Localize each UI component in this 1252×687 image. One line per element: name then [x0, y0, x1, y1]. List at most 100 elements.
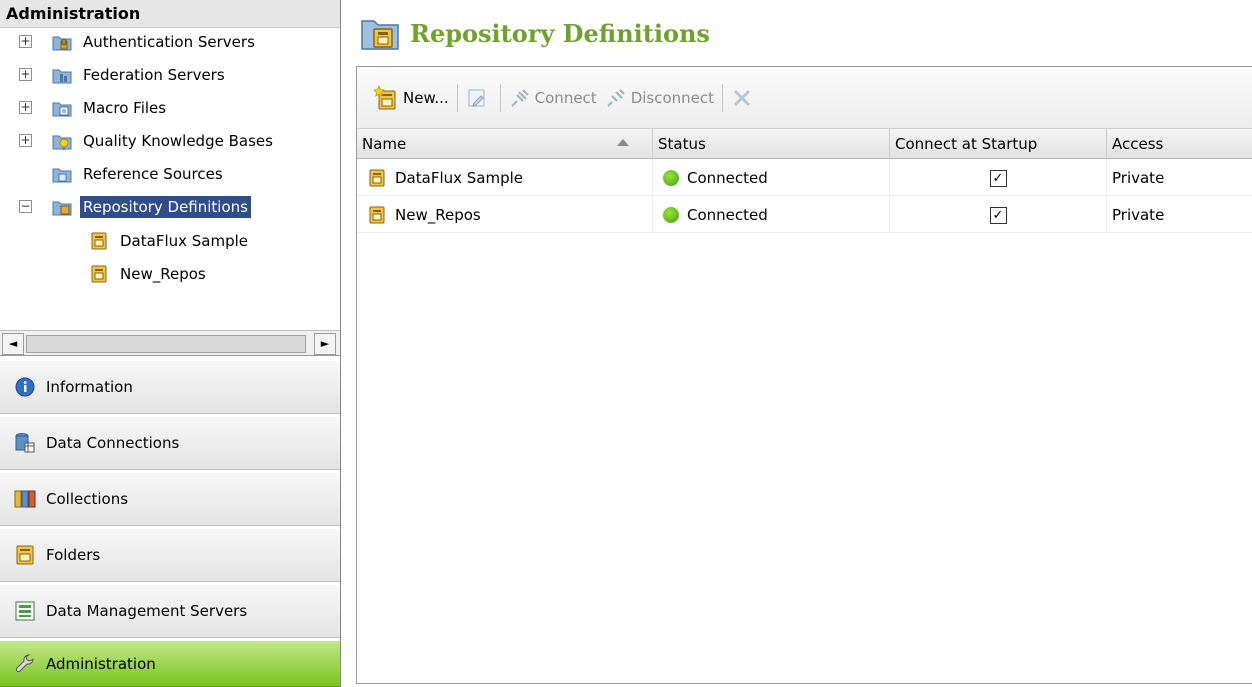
collapse-toggle[interactable]: − — [19, 200, 32, 213]
edit-button[interactable] — [462, 81, 496, 115]
sort-ascending-icon — [617, 139, 629, 146]
scroll-thumb[interactable] — [26, 335, 306, 353]
nav-label: Administration — [46, 654, 156, 673]
column-header-name[interactable]: Name — [357, 129, 653, 159]
tree-horizontal-scrollbar[interactable]: ◄ ► — [0, 330, 340, 356]
tree-item-new-repos[interactable]: New_Repos — [0, 260, 209, 288]
table-row[interactable]: New_Repos Connected ✓ Private — [357, 197, 1252, 233]
tree-item-macro-files[interactable]: + Macro Files — [0, 94, 169, 122]
tree-item-federation-servers[interactable]: + Federation Servers — [0, 61, 228, 89]
scroll-right-button[interactable]: ► — [314, 333, 336, 355]
title-bar: Repository Definitions — [350, 0, 1252, 66]
reference-sources-icon — [52, 168, 72, 183]
repository-icon — [369, 206, 385, 224]
connect-button[interactable]: Connect — [505, 81, 601, 115]
tree-item-dataflux-sample[interactable]: DataFlux Sample — [0, 227, 251, 255]
new-button-label: New... — [403, 88, 449, 107]
cell-status: Connected — [653, 197, 890, 233]
tree-header: Administration — [0, 0, 340, 28]
tree-item-label: Authentication Servers — [83, 33, 255, 51]
main-content: Repository Definitions New... Connect Di… — [350, 0, 1252, 687]
toolbar: New... Connect Disconnect — [357, 67, 1252, 129]
nav-label: Collections — [46, 490, 129, 508]
connect-icon — [510, 88, 529, 107]
nav-information[interactable]: Information — [0, 360, 340, 414]
tree-item-authentication-servers[interactable]: + Authentication Servers — [0, 28, 258, 56]
toolbar-separator — [456, 83, 458, 112]
status-connected-icon — [663, 170, 679, 186]
cell-status: Connected — [653, 160, 890, 196]
disconnect-icon — [606, 88, 625, 107]
cell-name: DataFlux Sample — [357, 160, 653, 196]
tree-item-label: DataFlux Sample — [120, 232, 249, 250]
tree-item-repository-definitions[interactable]: − Repository Definitions — [0, 193, 251, 221]
nav-label: Information — [46, 378, 133, 396]
expand-toggle[interactable]: + — [19, 35, 32, 48]
nav-label: Data Management Servers — [46, 602, 248, 620]
nav-label: Data Connections — [46, 434, 180, 452]
column-header-access[interactable]: Access — [1107, 129, 1252, 159]
nav-folders[interactable]: Folders — [0, 528, 340, 582]
cell-access: Private — [1107, 160, 1252, 196]
collections-icon — [14, 490, 36, 508]
column-header-label: Name — [362, 135, 407, 153]
wrench-icon — [15, 653, 34, 672]
column-header-label: Status — [658, 135, 706, 153]
nav-label: Folders — [46, 546, 101, 564]
cell-connect-at-startup: ✓ — [890, 160, 1107, 196]
expand-toggle[interactable]: + — [19, 134, 32, 147]
federation-servers-icon — [52, 69, 72, 84]
access-text: Private — [1112, 206, 1165, 224]
page-title: Repository Definitions — [410, 18, 710, 48]
tree-item-label: Macro Files — [83, 99, 167, 117]
expand-toggle[interactable]: + — [19, 101, 32, 114]
status-connected-icon — [663, 207, 679, 223]
quality-knowledge-bases-icon — [52, 135, 72, 150]
left-panel: Administration + Authentication Servers … — [0, 0, 341, 687]
repository-icon — [91, 265, 107, 283]
scroll-left-button[interactable]: ◄ — [2, 333, 24, 355]
info-icon — [15, 377, 35, 397]
new-repository-icon — [373, 84, 396, 109]
data-connections-icon — [15, 433, 35, 453]
cell-access: Private — [1107, 197, 1252, 233]
repository-icon — [91, 232, 107, 250]
connect-at-startup-checkbox[interactable]: ✓ — [989, 169, 1007, 187]
connect-button-label: Connect — [534, 88, 597, 107]
repository-definitions-icon — [52, 201, 72, 216]
cell-connect-at-startup: ✓ — [890, 197, 1107, 233]
disconnect-button[interactable]: Disconnect — [601, 81, 718, 115]
repository-name: DataFlux Sample — [395, 169, 524, 187]
new-button[interactable]: New... — [369, 81, 453, 115]
macro-files-icon — [52, 102, 72, 117]
admin-tree: + Authentication Servers + Federation Se… — [0, 28, 340, 330]
grid-header: Name Status Connect at Startup Access — [357, 129, 1252, 159]
tree-item-label: Federation Servers — [83, 66, 225, 84]
nav-data-connections[interactable]: Data Connections — [0, 416, 340, 470]
authentication-servers-icon — [52, 36, 72, 51]
status-text: Connected — [687, 206, 768, 224]
table-row[interactable]: DataFlux Sample Connected ✓ Private — [357, 160, 1252, 196]
connect-at-startup-checkbox[interactable]: ✓ — [989, 206, 1007, 224]
cell-name: New_Repos — [357, 197, 653, 233]
nav-data-management-servers[interactable]: Data Management Servers — [0, 584, 340, 638]
nav-administration[interactable]: Administration — [0, 640, 340, 687]
edit-icon — [468, 89, 485, 107]
column-header-label: Connect at Startup — [895, 135, 1038, 153]
tree-item-label: Quality Knowledge Bases — [83, 132, 273, 150]
folders-icon — [16, 545, 34, 565]
tree-item-quality-knowledge-bases[interactable]: + Quality Knowledge Bases — [0, 127, 276, 155]
tree-item-reference-sources[interactable]: Reference Sources — [0, 160, 226, 188]
toolbar-separator — [722, 83, 724, 112]
column-header-label: Access — [1112, 135, 1164, 153]
repository-panel: New... Connect Disconnect Name Status Co… — [356, 66, 1252, 684]
expand-toggle[interactable]: + — [19, 68, 32, 81]
toolbar-separator — [499, 83, 501, 112]
delete-icon — [733, 89, 751, 106]
tree-item-label: Reference Sources — [83, 165, 223, 183]
repository-name: New_Repos — [395, 206, 481, 224]
nav-collections[interactable]: Collections — [0, 472, 340, 526]
column-header-connect-at-startup[interactable]: Connect at Startup — [890, 129, 1107, 159]
column-header-status[interactable]: Status — [653, 129, 890, 159]
delete-button[interactable] — [727, 81, 761, 115]
